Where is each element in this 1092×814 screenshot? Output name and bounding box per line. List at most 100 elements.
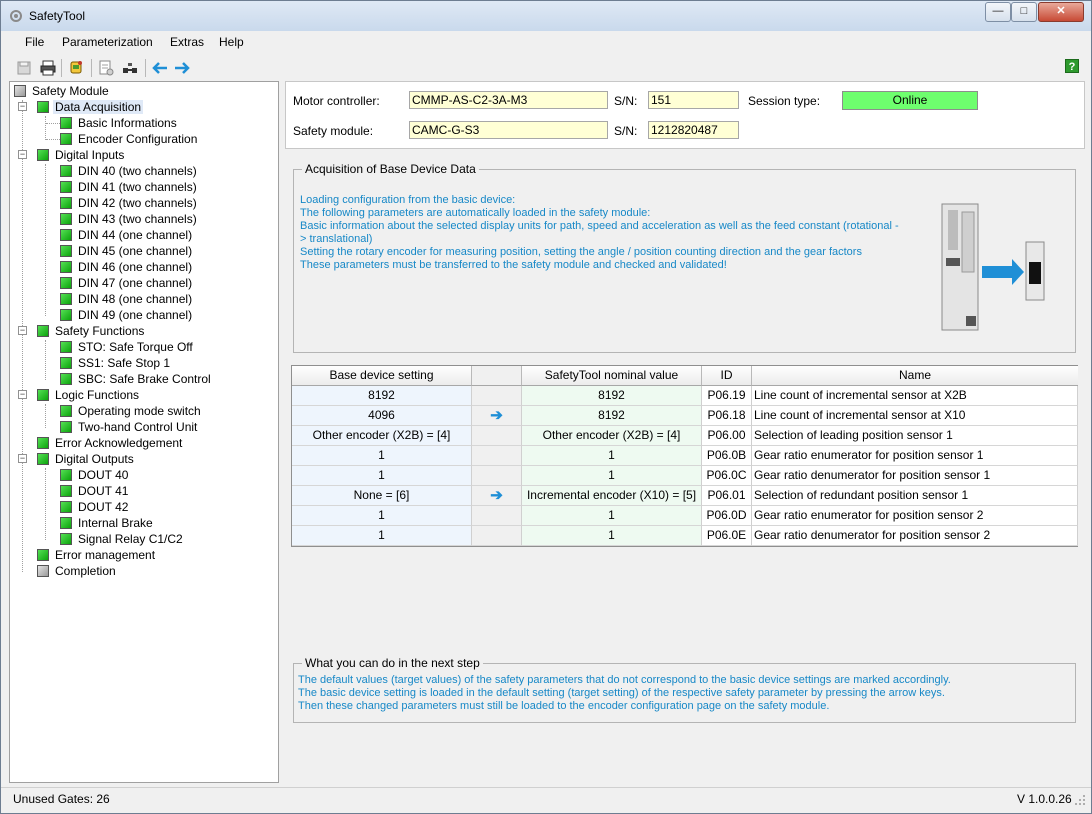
cell-name: Selection of redundant position sensor 1	[752, 486, 1078, 506]
arrow-right-icon[interactable]	[173, 59, 191, 77]
cell-base-setting: 1	[292, 466, 472, 486]
resize-grip-icon[interactable]	[1073, 793, 1087, 807]
minimize-button[interactable]: —	[985, 2, 1011, 22]
status-check-icon	[60, 357, 72, 369]
status-check-icon	[37, 149, 49, 161]
cell-nominal-value: 1	[522, 466, 702, 486]
cell-name: Line count of incremental sensor at X2B	[752, 386, 1078, 406]
device-transfer-illustration	[941, 203, 1045, 331]
transfer-arrow-icon[interactable]: ➔	[472, 406, 522, 426]
column-header-id[interactable]: ID	[702, 366, 752, 386]
status-check-icon	[37, 389, 49, 401]
info-line: Loading configuration from the basic dev…	[300, 194, 516, 206]
status-check-icon	[60, 373, 72, 385]
network-icon[interactable]	[121, 59, 139, 77]
document-icon[interactable]	[97, 59, 115, 77]
print-icon[interactable]	[39, 59, 57, 77]
motor-controller-label: Motor controller:	[293, 94, 380, 108]
cell-nominal-value: Incremental encoder (X10) = [5]	[522, 486, 702, 506]
session-status-badge: Online	[842, 91, 978, 110]
toolbar-separator	[145, 59, 146, 77]
cell-id: P06.01	[702, 486, 752, 506]
window-title: SafetyTool	[29, 9, 86, 23]
help-icon[interactable]: ?	[1065, 59, 1079, 73]
save-icon[interactable]	[15, 59, 33, 77]
cell-id: P06.18	[702, 406, 752, 426]
cell-nominal-value: 8192	[522, 386, 702, 406]
transfer-arrow-icon[interactable]: ➔	[472, 486, 522, 506]
cell-nominal-value: 1	[522, 446, 702, 466]
cell-id: P06.0D	[702, 506, 752, 526]
status-check-icon	[60, 469, 72, 481]
status-check-icon	[60, 341, 72, 353]
cell-id: P06.0E	[702, 526, 752, 546]
column-header-arrow	[472, 366, 522, 386]
info-line: The basic device setting is loaded in th…	[298, 687, 945, 699]
menu-parameterization[interactable]: Parameterization	[62, 35, 153, 49]
column-header-nominal[interactable]: SafetyTool nominal value	[522, 366, 702, 386]
unused-gates-status: Unused Gates: 26	[13, 792, 110, 806]
cell-name: Gear ratio denumerator for position sens…	[752, 526, 1078, 546]
status-unchecked-icon	[37, 565, 49, 577]
info-line: The following parameters are automatical…	[300, 207, 651, 219]
info-line: Setting the rotary encoder for measuring…	[300, 246, 862, 258]
status-check-icon	[60, 293, 72, 305]
status-check-icon	[60, 133, 72, 145]
maximize-button[interactable]: □	[1011, 2, 1037, 22]
next-step-info: The default values (target values) of th…	[298, 674, 1078, 713]
status-check-icon	[60, 117, 72, 129]
status-check-icon	[37, 453, 49, 465]
arrow-left-icon[interactable]	[151, 59, 169, 77]
status-check-icon	[60, 501, 72, 513]
transfer-arrow-icon	[472, 386, 522, 406]
collapse-icon[interactable]: −	[18, 454, 27, 463]
column-header-base[interactable]: Base device setting	[292, 366, 472, 386]
cell-base-setting: 1	[292, 506, 472, 526]
cell-id: P06.0B	[702, 446, 752, 466]
transfer-arrow-icon	[472, 526, 522, 546]
transfer-arrow-icon	[472, 446, 522, 466]
collapse-icon[interactable]: −	[18, 390, 27, 399]
close-button[interactable]: ✕	[1038, 2, 1084, 22]
cell-name: Selection of leading position sensor 1	[752, 426, 1078, 446]
transfer-arrow-icon	[472, 426, 522, 446]
acquisition-title: Acquisition of Base Device Data	[302, 162, 479, 176]
next-step-title: What you can do in the next step	[302, 656, 483, 670]
collapse-icon[interactable]: −	[18, 102, 27, 111]
status-check-icon	[60, 533, 72, 545]
version-label: V 1.0.0.26	[1017, 792, 1072, 806]
menu-extras[interactable]: Extras	[170, 35, 204, 49]
safety-sn-field[interactable]: 1212820487	[648, 121, 739, 139]
cell-id: P06.0C	[702, 466, 752, 486]
device-header: Motor controller: CMMP-AS-C2-3A-M3 S/N: …	[285, 81, 1085, 149]
column-header-name[interactable]: Name	[752, 366, 1078, 386]
menu-file[interactable]: File	[25, 35, 44, 49]
status-check-icon	[37, 101, 49, 113]
cell-nominal-value: 8192	[522, 406, 702, 426]
status-check-icon	[60, 261, 72, 273]
menu-help[interactable]: Help	[219, 35, 244, 49]
collapse-icon[interactable]: −	[18, 326, 27, 335]
connect-device-icon[interactable]	[67, 59, 85, 77]
cell-id: P06.19	[702, 386, 752, 406]
menu-bar: File Parameterization Extras Help	[9, 33, 1085, 53]
safety-module-field[interactable]: CAMC-G-S3	[409, 121, 608, 139]
motor-controller-field[interactable]: CMMP-AS-C2-3A-M3	[409, 91, 608, 109]
cell-base-setting: 4096	[292, 406, 472, 426]
cell-base-setting: 8192	[292, 386, 472, 406]
info-line: Then these changed parameters must still…	[298, 700, 830, 712]
toolbar-separator	[91, 59, 92, 77]
status-check-icon	[60, 245, 72, 257]
cell-base-setting: 1	[292, 446, 472, 466]
title-bar: SafetyTool — □ ✕	[1, 1, 1091, 31]
cell-name: Gear ratio enumerator for position senso…	[752, 506, 1078, 526]
cell-name: Line count of incremental sensor at X10	[752, 406, 1078, 426]
motor-sn-field[interactable]: 151	[648, 91, 739, 109]
status-check-icon	[37, 549, 49, 561]
cell-base-setting: 1	[292, 526, 472, 546]
collapse-icon[interactable]: −	[18, 150, 27, 159]
motor-sn-label: S/N:	[614, 94, 638, 108]
status-bar: Unused Gates: 26 V 1.0.0.26	[1, 787, 1091, 813]
status-check-icon	[37, 437, 49, 449]
next-step-group: What you can do in the next step The def…	[293, 656, 1078, 723]
